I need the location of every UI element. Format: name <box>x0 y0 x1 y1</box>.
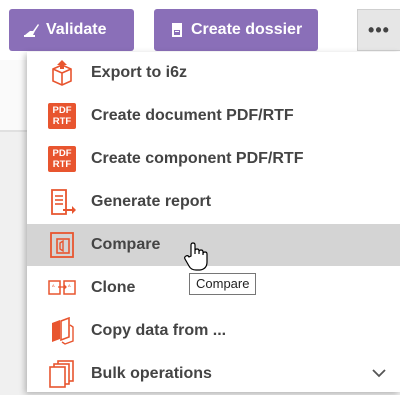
more-label: ••• <box>368 19 390 40</box>
actions-menu: Export to i6z PDF RTF Create document PDF… <box>27 52 400 392</box>
menu-item-label: Compare <box>91 236 161 253</box>
menu-item-label: Bulk operations <box>91 365 212 382</box>
menu-item-label: Copy data from ... <box>91 322 227 339</box>
more-options-button[interactable]: ••• <box>357 9 400 51</box>
copy-data-icon <box>48 316 76 345</box>
report-icon <box>48 188 76 216</box>
menu-item-bulk-operations[interactable]: Bulk operations <box>27 353 400 395</box>
menu-item-export-i6z[interactable]: Export to i6z <box>27 52 400 94</box>
validate-icon <box>24 22 40 38</box>
bulk-operations-icon <box>48 360 76 388</box>
svg-text:A: A <box>52 283 55 288</box>
clone-icon: A A <box>48 274 76 302</box>
pdf-rtf-icon: PDF RTF <box>48 145 76 173</box>
hand-cursor-icon <box>183 242 209 272</box>
menu-item-label: Clone <box>91 279 136 296</box>
validate-label: Validate <box>46 21 107 38</box>
chevron-down-icon[interactable] <box>372 366 386 380</box>
menu-item-label: Create component PDF/RTF <box>91 150 304 167</box>
export-box-icon <box>48 59 76 87</box>
create-dossier-label: Create dossier <box>191 21 303 38</box>
create-dossier-button[interactable]: Create dossier <box>154 9 318 51</box>
dossier-icon <box>169 22 185 38</box>
svg-text:A: A <box>68 283 71 288</box>
tooltip: Compare <box>189 273 257 295</box>
menu-item-create-component-pdf[interactable]: PDF RTF Create component PDF/RTF <box>27 138 400 180</box>
validate-button[interactable]: Validate <box>9 9 134 51</box>
pdf-rtf-icon: PDF RTF <box>48 102 76 130</box>
menu-item-create-document-pdf[interactable]: PDF RTF Create document PDF/RTF <box>27 95 400 137</box>
menu-item-copy-data[interactable]: Copy data from ... <box>27 310 400 352</box>
compare-icon <box>48 231 76 259</box>
menu-item-generate-report[interactable]: Generate report <box>27 181 400 223</box>
menu-item-label: Export to i6z <box>91 64 188 81</box>
menu-item-label: Generate report <box>91 193 212 210</box>
menu-item-compare[interactable]: Compare <box>27 224 400 266</box>
menu-item-label: Create document PDF/RTF <box>91 107 294 124</box>
